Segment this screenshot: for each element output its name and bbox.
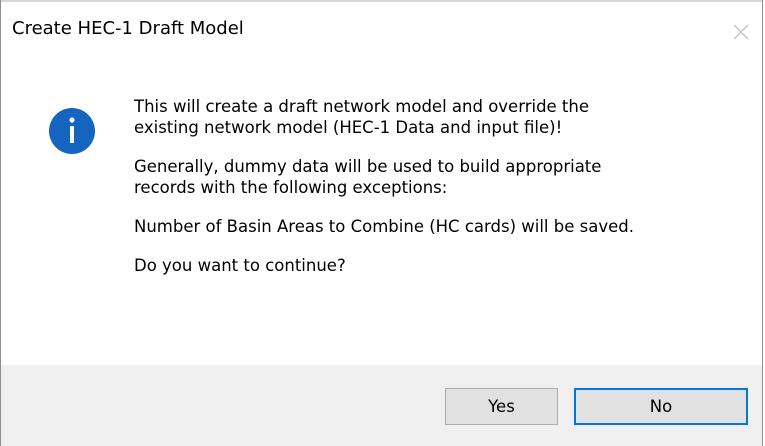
close-button[interactable] — [727, 18, 755, 46]
yes-button[interactable]: Yes — [445, 388, 558, 425]
message-text: This will create a draft network model a… — [134, 96, 744, 294]
message-line: Generally, dummy data will be used to bu… — [134, 157, 602, 176]
window-title: Create HEC-1 Draft Model — [12, 18, 244, 39]
message-paragraph-3: Number of Basin Areas to Combine (HC car… — [134, 217, 634, 236]
message-paragraph-2: Generally, dummy data will be used to bu… — [134, 156, 744, 198]
no-button[interactable]: No — [574, 388, 748, 425]
message-area: This will create a draft network model a… — [1, 62, 762, 365]
button-bar: Yes No — [1, 365, 762, 446]
message-line: This will create a draft network model a… — [134, 97, 590, 116]
message-paragraph-4: Do you want to continue? — [134, 256, 346, 275]
message-line: existing network model (HEC-1 Data and i… — [134, 118, 563, 137]
top-border — [1, 0, 762, 2]
title-bar[interactable]: Create HEC-1 Draft Model — [1, 0, 762, 62]
message-paragraph-1: This will create a draft network model a… — [134, 96, 744, 138]
info-icon — [49, 108, 95, 154]
dialog-window: Create HEC-1 Draft Model This will creat… — [0, 0, 763, 446]
close-icon — [733, 24, 749, 40]
message-line: records with the following exceptions: — [134, 178, 448, 197]
